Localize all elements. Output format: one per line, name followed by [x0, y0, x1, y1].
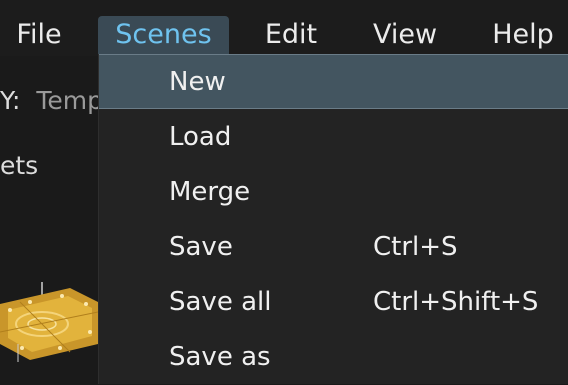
menu-item-label: Save	[169, 232, 233, 262]
menu-scenes[interactable]: Scenes	[98, 16, 229, 54]
menu-item-label: Save all	[169, 287, 272, 317]
menu-item-shortcut: Ctrl+Shift+S	[373, 287, 539, 317]
category-key: Y:	[0, 86, 21, 115]
scene-thumbnail-icon[interactable]	[0, 282, 98, 362]
menu-item-label: Load	[169, 122, 232, 152]
menu-view[interactable]: View	[358, 16, 452, 54]
menu-item-new[interactable]: New	[99, 54, 568, 109]
scenes-dropdown: New Load Merge Save Ctrl+S Save all Ctrl…	[98, 54, 568, 384]
menu-item-label: New	[169, 67, 226, 97]
menu-item-label: Merge	[169, 177, 251, 207]
menu-item-save[interactable]: Save Ctrl+S	[99, 220, 568, 275]
menu-item-shortcut: Ctrl+S	[373, 232, 458, 262]
menu-item-load[interactable]: Load	[99, 110, 568, 165]
menu-item-save-as[interactable]: Save as	[99, 330, 568, 385]
menu-bar: File Scenes Edit View Help	[0, 0, 568, 56]
menu-help[interactable]: Help	[478, 16, 568, 54]
menu-item-label: Save as	[169, 342, 271, 372]
menu-item-save-all[interactable]: Save all Ctrl+Shift+S	[99, 275, 568, 330]
category-row: Y: Templ	[0, 86, 110, 115]
assets-heading: ets	[0, 151, 39, 180]
menu-file[interactable]: File	[0, 16, 78, 54]
menu-item-merge[interactable]: Merge	[99, 165, 568, 220]
menu-edit[interactable]: Edit	[248, 16, 334, 54]
